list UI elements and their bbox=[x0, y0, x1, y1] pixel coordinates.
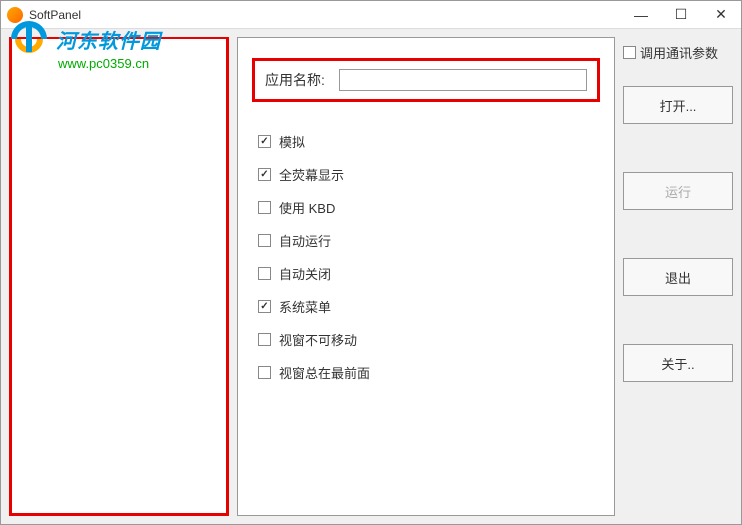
checkbox-label: 视窗总在最前面 bbox=[279, 363, 370, 382]
checkbox-label: 调用通讯参数 bbox=[640, 43, 718, 62]
center-panel: 应用名称: 模拟 全荧幕显示 使用 KBD 自动运行 bbox=[237, 37, 615, 516]
run-button[interactable]: 运行 bbox=[623, 172, 733, 210]
titlebar-left: SoftPanel bbox=[7, 7, 81, 23]
checkbox-autoclose[interactable]: 自动关闭 bbox=[258, 264, 600, 283]
checkbox-icon bbox=[258, 333, 271, 346]
checkbox-icon bbox=[258, 366, 271, 379]
checkbox-icon bbox=[258, 168, 271, 181]
exit-button[interactable]: 退出 bbox=[623, 258, 733, 296]
titlebar: SoftPanel — ☐ ✕ bbox=[1, 1, 741, 29]
button-label: 打开... bbox=[660, 96, 697, 115]
maximize-button[interactable]: ☐ bbox=[661, 1, 701, 29]
content-area: 应用名称: 模拟 全荧幕显示 使用 KBD 自动运行 bbox=[1, 29, 741, 524]
checkbox-list: 模拟 全荧幕显示 使用 KBD 自动运行 自动关闭 bbox=[252, 132, 600, 382]
checkbox-comm-params[interactable]: 调用通讯参数 bbox=[623, 43, 733, 62]
main-window: SoftPanel — ☐ ✕ 河东软件园 www.pc0359.cn 应用名称… bbox=[0, 0, 742, 525]
app-name-label: 应用名称: bbox=[265, 70, 325, 90]
button-label: 关于.. bbox=[661, 354, 694, 373]
checkbox-icon bbox=[258, 267, 271, 280]
open-button[interactable]: 打开... bbox=[623, 86, 733, 124]
checkbox-label: 模拟 bbox=[279, 132, 305, 151]
button-label: 运行 bbox=[665, 182, 691, 201]
checkbox-label: 自动关闭 bbox=[279, 264, 331, 283]
checkbox-system-menu[interactable]: 系统菜单 bbox=[258, 297, 600, 316]
left-list-panel[interactable] bbox=[9, 37, 229, 516]
window-controls: — ☐ ✕ bbox=[621, 1, 741, 29]
checkbox-simulation[interactable]: 模拟 bbox=[258, 132, 600, 151]
checkbox-fullscreen[interactable]: 全荧幕显示 bbox=[258, 165, 600, 184]
app-name-row: 应用名称: bbox=[252, 58, 600, 102]
checkbox-window-immovable[interactable]: 视窗不可移动 bbox=[258, 330, 600, 349]
checkbox-icon bbox=[258, 300, 271, 313]
checkbox-icon bbox=[258, 234, 271, 247]
checkbox-always-on-top[interactable]: 视窗总在最前面 bbox=[258, 363, 600, 382]
checkbox-icon bbox=[623, 46, 636, 59]
close-button[interactable]: ✕ bbox=[701, 1, 741, 29]
checkbox-icon bbox=[258, 135, 271, 148]
checkbox-use-kbd[interactable]: 使用 KBD bbox=[258, 198, 600, 217]
button-label: 退出 bbox=[665, 268, 691, 287]
app-icon bbox=[7, 7, 23, 23]
checkbox-label: 全荧幕显示 bbox=[279, 165, 344, 184]
checkbox-icon bbox=[258, 201, 271, 214]
app-name-input[interactable] bbox=[339, 69, 587, 91]
checkbox-label: 视窗不可移动 bbox=[279, 330, 357, 349]
checkbox-label: 使用 KBD bbox=[279, 198, 335, 217]
right-panel: 调用通讯参数 打开... 运行 退出 关于.. bbox=[623, 37, 733, 516]
checkbox-label: 系统菜单 bbox=[279, 297, 331, 316]
checkbox-label: 自动运行 bbox=[279, 231, 331, 250]
minimize-button[interactable]: — bbox=[621, 1, 661, 29]
window-title: SoftPanel bbox=[29, 8, 81, 22]
about-button[interactable]: 关于.. bbox=[623, 344, 733, 382]
checkbox-autorun[interactable]: 自动运行 bbox=[258, 231, 600, 250]
